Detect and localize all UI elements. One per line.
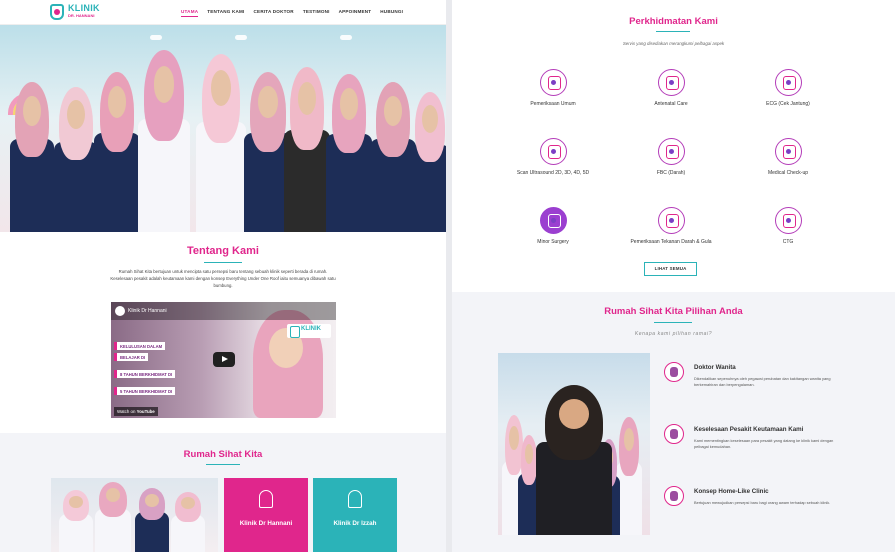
ecg-monitor-icon — [775, 69, 802, 96]
staff-figure — [10, 82, 54, 232]
nav-item-appoinment[interactable]: APPOINMENT — [339, 9, 372, 17]
video-caption-line: BELAJAR DI — [114, 353, 149, 361]
play-button-icon[interactable] — [213, 352, 235, 367]
watch-on-label: Watch on — [117, 409, 136, 414]
staff-figure — [326, 74, 372, 232]
tentang-kami-heading: Tentang Kami — [187, 245, 259, 257]
service-name: Minor Surgery — [537, 239, 569, 245]
heading-underline — [656, 31, 690, 32]
tentang-kami-text: Rumah Sihat Kita bertujuan untuk mencipt… — [110, 269, 336, 288]
perkhidmatan-heading: Perkhidmatan Kami — [629, 16, 718, 27]
ceiling-light — [340, 35, 352, 40]
heading-underline — [206, 464, 240, 465]
feature-title: Konsep Home-Like Clinic — [694, 488, 769, 495]
main-menu: UTAMA TENTANG KAMI CERITA DOKTOR TESTIMO… — [181, 9, 403, 17]
hero-team-photo — [0, 25, 446, 232]
doctor-thumbs-up-photo — [498, 353, 650, 535]
nav-item-utama[interactable]: UTAMA — [181, 9, 199, 17]
home-page-right: Perkhidmatan Kami Servis yang disediakan… — [452, 0, 895, 552]
doctor-icon — [348, 490, 362, 508]
staff-figure — [536, 385, 612, 535]
patient-bed-icon — [664, 424, 684, 444]
clinic-staff-photo — [51, 478, 218, 552]
ceiling-light — [150, 35, 162, 40]
staff-figure — [59, 490, 93, 552]
service-name: ECG (Cek Jantung) — [766, 101, 810, 107]
blood-test-icon — [658, 138, 685, 165]
rumah-sihat-heading: Rumah Sihat Kita — [183, 449, 263, 460]
staff-figure — [138, 50, 190, 232]
staff-figure — [196, 54, 246, 232]
nav-item-hubungi[interactable]: HUBUNGI — [380, 9, 403, 17]
ctg-monitor-icon — [775, 207, 802, 234]
channel-avatar-icon[interactable] — [115, 306, 125, 316]
card-label: Klinik Dr Hannani — [239, 520, 293, 527]
doctor-icon — [259, 490, 273, 508]
surgery-icon — [540, 207, 567, 234]
clinic-logo[interactable]: KLINIK DR. HANNANI — [50, 3, 105, 22]
staff-figure — [171, 492, 205, 552]
feature-description: Dikendalikan sepenuhnya oleh pegawai per… — [694, 376, 831, 387]
top-navbar: KLINIK DR. HANNANI UTAMA TENTANG KAMI CE… — [0, 0, 446, 25]
feature-title: Keselesaan Pesakit Keutamaan Kami — [694, 426, 804, 433]
blood-pressure-icon — [658, 207, 685, 234]
video-logo-text: KLINIK — [301, 326, 321, 332]
pilihan-anda-subtitle: Kenapa kami pilihan ramai? — [634, 331, 713, 337]
home-clinic-icon — [664, 486, 684, 506]
feature-description: Kami mementingkan keselesaan para pesaki… — [694, 438, 834, 449]
card-label: Klinik Dr Izzah — [333, 520, 377, 527]
nav-item-tentang-kami[interactable]: TENTANG KAMI — [207, 9, 244, 17]
logo-icon — [50, 4, 64, 20]
service-name: Antenatal Care — [654, 101, 688, 107]
home-page-left: KLINIK DR. HANNANI UTAMA TENTANG KAMI CE… — [0, 0, 446, 552]
lihat-semua-button[interactable]: LIHAT SEMUA — [644, 262, 697, 276]
heading-underline — [204, 262, 242, 263]
watch-on-youtube[interactable]: Watch on YouTube — [114, 407, 158, 416]
service-name: Pemeriksaan Tekanan Darah & Gula — [630, 239, 712, 245]
feature-title: Doktor Wanita — [694, 364, 736, 371]
logo-title: KLINIK — [68, 3, 100, 13]
pilihan-anda-heading: Rumah Sihat Kita Pilihan Anda — [604, 306, 743, 317]
youtube-video-embed[interactable]: KLINIK Klinik Dr Hannani KELULUSAN DALAM… — [111, 302, 336, 418]
female-doctor-icon — [664, 362, 684, 382]
nav-item-cerita-doktor[interactable]: CERITA DOKTOR — [254, 9, 294, 17]
video-caption-line: 8 TAHUN BERKHIDMAT DI — [114, 370, 176, 378]
staff-figure — [54, 87, 98, 232]
service-name: Medical Check-up — [767, 170, 809, 176]
staff-figure — [284, 67, 330, 232]
ultrasound-icon — [540, 138, 567, 165]
video-clinic-logo: KLINIK — [287, 324, 331, 338]
youtube-logo: YouTube — [136, 409, 155, 414]
service-name: Scan Ultrasound 2D, 3D, 4D, 5D — [516, 170, 590, 176]
staff-figure — [410, 92, 446, 232]
staff-figure — [95, 482, 131, 552]
video-caption-line: KELULUSAN DALAM — [114, 342, 166, 350]
service-name: CTG — [782, 239, 794, 245]
ceiling-light — [235, 35, 247, 40]
heading-underline — [654, 322, 692, 323]
clipboard-heart-icon — [775, 138, 802, 165]
pregnancy-icon — [658, 69, 685, 96]
card-klinik-dr-izzah[interactable]: Klinik Dr Izzah — [313, 478, 397, 552]
video-caption-line: 5 TAHUN BERKHIDMAT DI — [114, 387, 176, 395]
stethoscope-icon — [540, 69, 567, 96]
service-name: Pemeriksaan Umum — [530, 101, 576, 107]
service-name: FBC (Darah) — [656, 170, 686, 176]
card-klinik-dr-hannani[interactable]: Klinik Dr Hannani — [224, 478, 308, 552]
video-title[interactable]: Klinik Dr Hannani — [128, 308, 167, 314]
staff-figure — [135, 488, 169, 552]
logo-subtitle: DR. HANNANI — [68, 13, 95, 18]
staff-figure — [94, 72, 140, 232]
feature-description: Bertujuan mewujudkan persepsi baru bagi … — [694, 500, 831, 505]
perkhidmatan-subtitle: Servis yang disediakan merangkumi pelbag… — [622, 41, 725, 46]
nav-item-testimoni[interactable]: TESTIMONI — [303, 9, 330, 17]
